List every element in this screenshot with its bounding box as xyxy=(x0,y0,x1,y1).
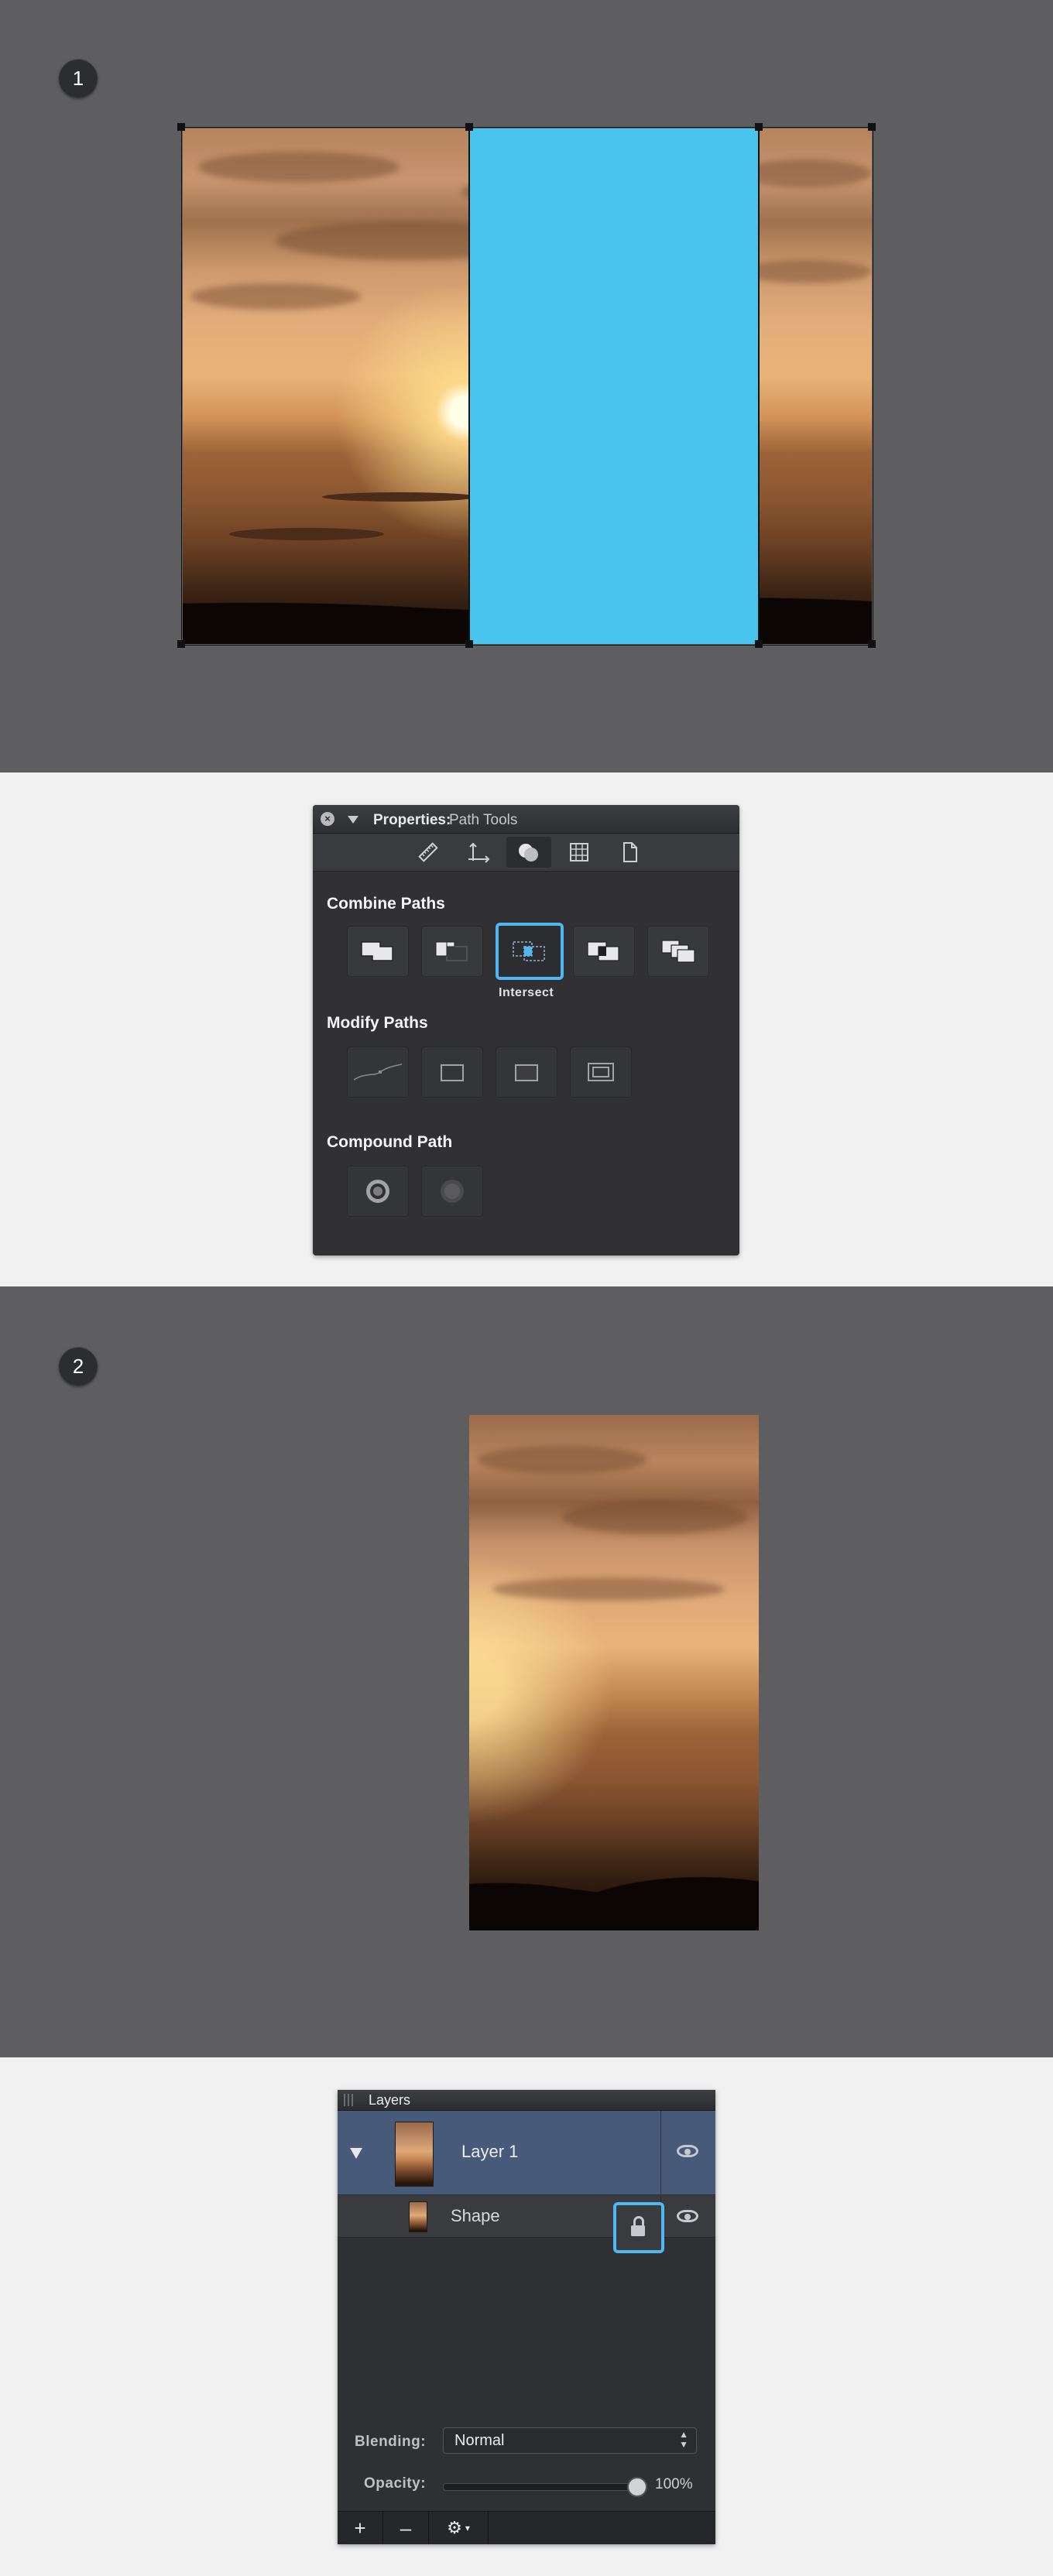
layers-panel: Layers Layer 1 Shape Blending: Normal ▲ ▼… xyxy=(338,2090,715,2544)
simplify-path-button[interactable] xyxy=(347,1046,409,1098)
subtract-button[interactable] xyxy=(421,926,483,977)
opacity-label: Opacity: xyxy=(364,2475,427,2492)
layers-title: Layers xyxy=(369,2092,411,2108)
intersect-caption: Intersect xyxy=(499,986,554,999)
shape-visibility-column xyxy=(660,2195,715,2237)
selection-handle[interactable] xyxy=(177,640,185,648)
layers-titlebar: Layers xyxy=(338,2090,715,2111)
fill-path-button[interactable] xyxy=(496,1046,557,1098)
add-layer-button[interactable]: + xyxy=(338,2512,383,2544)
lock-button[interactable] xyxy=(613,2202,664,2253)
ruler-icon[interactable] xyxy=(406,837,451,868)
properties-titlebar: × Properties: Path Tools xyxy=(313,805,739,834)
divide-button[interactable] xyxy=(647,926,709,977)
combine-paths-title: Combine Paths xyxy=(327,895,445,913)
grid-icon[interactable] xyxy=(557,837,602,868)
drag-grip-icon[interactable] xyxy=(344,2094,355,2106)
layer-thumbnail xyxy=(395,2122,434,2187)
layer-name: Layer 1 xyxy=(461,2142,519,2161)
layers-footer: + – ⚙ ▾ xyxy=(338,2511,715,2544)
gear-icon[interactable]: ⚙ ▾ xyxy=(429,2512,489,2544)
union-button[interactable] xyxy=(347,926,409,977)
outline-path-button[interactable] xyxy=(421,1046,483,1098)
step-1-canvas: 1 xyxy=(0,0,1053,772)
properties-panel: × Properties: Path Tools Combine Paths I… xyxy=(313,805,739,1255)
opacity-value: 100% xyxy=(655,2476,693,2492)
selection-handle[interactable] xyxy=(868,640,876,648)
opacity-slider-track[interactable] xyxy=(443,2483,638,2491)
modify-paths-title: Modify Paths xyxy=(327,1014,428,1032)
exclude-button[interactable] xyxy=(573,926,635,977)
selection-handle[interactable] xyxy=(177,123,185,131)
intersect-button[interactable] xyxy=(496,923,564,980)
shape-thumbnail xyxy=(409,2201,427,2232)
blending-label: Blending: xyxy=(355,2434,427,2450)
collapse-triangle-icon[interactable] xyxy=(348,816,358,824)
dropdown-arrows-icon: ▲ ▼ xyxy=(679,2429,688,2450)
properties-tab-bar xyxy=(313,834,739,872)
eye-icon[interactable] xyxy=(677,2210,698,2222)
selection-handle[interactable] xyxy=(755,640,763,648)
intersected-photo-result[interactable] xyxy=(469,1415,759,1930)
stroke-to-path-button[interactable] xyxy=(570,1046,632,1098)
selection-handle[interactable] xyxy=(868,123,876,131)
document-icon[interactable] xyxy=(607,837,652,868)
path-tools-icon[interactable] xyxy=(506,837,551,868)
properties-subtitle: Path Tools xyxy=(449,812,518,828)
expand-triangle-icon[interactable] xyxy=(350,2148,362,2159)
layer-row-layer-1[interactable]: Layer 1 xyxy=(338,2111,715,2194)
blending-value: Normal xyxy=(454,2432,505,2449)
opacity-slider-knob[interactable] xyxy=(627,2477,647,2497)
make-compound-button[interactable] xyxy=(347,1166,409,1217)
properties-title: Properties: xyxy=(373,812,451,828)
selection-handle[interactable] xyxy=(465,640,473,648)
step-2-canvas: 2 xyxy=(0,1286,1053,2057)
selection-handle[interactable] xyxy=(465,123,473,131)
arrange-icon[interactable] xyxy=(456,837,501,868)
blending-dropdown[interactable]: Normal ▲ ▼ xyxy=(443,2427,697,2454)
close-icon[interactable]: × xyxy=(321,812,334,826)
shape-name: Shape xyxy=(451,2206,500,2225)
layer-visibility-column xyxy=(660,2111,715,2194)
remove-layer-button[interactable]: – xyxy=(383,2512,429,2544)
step-2-badge: 2 xyxy=(59,1347,98,1386)
selection-bounding-box xyxy=(181,127,873,646)
step-1-badge: 1 xyxy=(59,59,98,98)
release-compound-button[interactable] xyxy=(421,1166,483,1217)
selection-handle[interactable] xyxy=(755,123,763,131)
compound-path-title: Compound Path xyxy=(327,1133,453,1151)
eye-icon[interactable] xyxy=(677,2145,698,2157)
